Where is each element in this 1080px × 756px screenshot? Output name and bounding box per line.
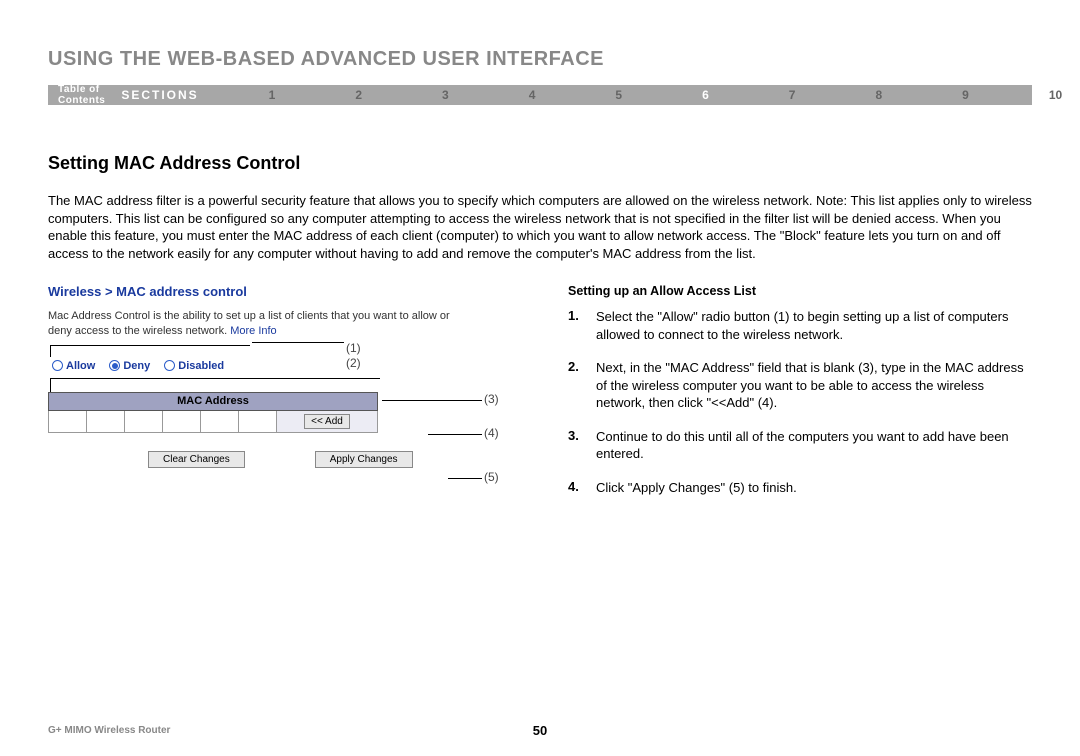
section-body: The MAC address filter is a powerful sec… — [48, 192, 1032, 262]
mac-cell[interactable] — [163, 410, 201, 432]
radio-deny-label: Deny — [123, 360, 150, 372]
mac-cell[interactable] — [201, 410, 239, 432]
mac-cell[interactable] — [87, 410, 125, 432]
nav-section-3[interactable]: 3 — [402, 88, 489, 102]
step-text: Next, in the "MAC Address" field that is… — [596, 359, 1032, 412]
section-heading: Setting MAC Address Control — [48, 153, 1032, 174]
radio-allow-label: Allow — [66, 360, 95, 372]
step-number: 3. — [568, 428, 584, 463]
callout-2: (2) — [346, 357, 361, 369]
radio-allow-icon — [52, 360, 63, 371]
step-number: 1. — [568, 308, 584, 343]
add-button[interactable]: << Add — [304, 414, 350, 429]
radio-deny[interactable]: Deny — [109, 360, 150, 372]
panel-description: Mac Address Control is the ability to se… — [48, 309, 468, 339]
nav-section-7[interactable]: 7 — [749, 88, 836, 102]
nav-section-6[interactable]: 6 — [662, 88, 749, 102]
mac-cell[interactable] — [239, 410, 277, 432]
footer: G+ MIMO Wireless Router 50 — [48, 725, 1032, 736]
radio-disabled-icon — [164, 360, 175, 371]
step-text: Click "Apply Changes" (5) to finish. — [596, 479, 1032, 497]
nav-section-1[interactable]: 1 — [229, 88, 316, 102]
step-text: Continue to do this until all of the com… — [596, 428, 1032, 463]
radio-allow[interactable]: Allow — [52, 360, 95, 372]
nav-section-5[interactable]: 5 — [575, 88, 662, 102]
radio-deny-icon — [109, 360, 120, 371]
panel-breadcrumb: Wireless > MAC address control — [48, 284, 528, 299]
nav-sections-label: SECTIONS — [121, 88, 228, 102]
step-text: Select the "Allow" radio button (1) to b… — [596, 308, 1032, 343]
mac-cell[interactable] — [125, 410, 163, 432]
mac-address-table: MAC Address << Add — [48, 392, 378, 433]
clear-changes-button[interactable]: Clear Changes — [148, 451, 245, 468]
right-heading: Setting up an Allow Access List — [568, 284, 1032, 298]
step-1: 1. Select the "Allow" radio button (1) t… — [568, 308, 1032, 343]
nav-section-2[interactable]: 2 — [315, 88, 402, 102]
radio-group: Allow Deny Disabled — [52, 360, 528, 372]
footer-product: G+ MIMO Wireless Router — [48, 725, 170, 736]
mac-table-header: MAC Address — [49, 392, 378, 410]
callout-1: (1) — [346, 342, 361, 354]
step-number: 4. — [568, 479, 584, 497]
step-number: 2. — [568, 359, 584, 412]
step-3: 3. Continue to do this until all of the … — [568, 428, 1032, 463]
callout-4: (4) — [484, 427, 499, 439]
radio-disabled-label: Disabled — [178, 360, 224, 372]
step-2: 2. Next, in the "MAC Address" field that… — [568, 359, 1032, 412]
nav-section-10[interactable]: 10 — [1009, 88, 1080, 102]
step-4: 4. Click "Apply Changes" (5) to finish. — [568, 479, 1032, 497]
nav-section-9[interactable]: 9 — [922, 88, 1009, 102]
mac-cell[interactable] — [49, 410, 87, 432]
page-number: 50 — [533, 723, 547, 738]
radio-disabled[interactable]: Disabled — [164, 360, 224, 372]
more-info-link[interactable]: More Info — [230, 325, 276, 337]
nav-section-4[interactable]: 4 — [489, 88, 576, 102]
nav-section-8[interactable]: 8 — [835, 88, 922, 102]
apply-changes-button[interactable]: Apply Changes — [315, 451, 413, 468]
section-nav: Table of Contents SECTIONS 1 2 3 4 5 6 7… — [48, 85, 1032, 105]
nav-toc[interactable]: Table of Contents — [48, 84, 121, 106]
callout-3: (3) — [484, 393, 499, 405]
table-row: << Add — [49, 410, 378, 432]
callout-5: (5) — [484, 471, 499, 483]
page-title: USING THE WEB-BASED ADVANCED USER INTERF… — [48, 48, 1032, 71]
